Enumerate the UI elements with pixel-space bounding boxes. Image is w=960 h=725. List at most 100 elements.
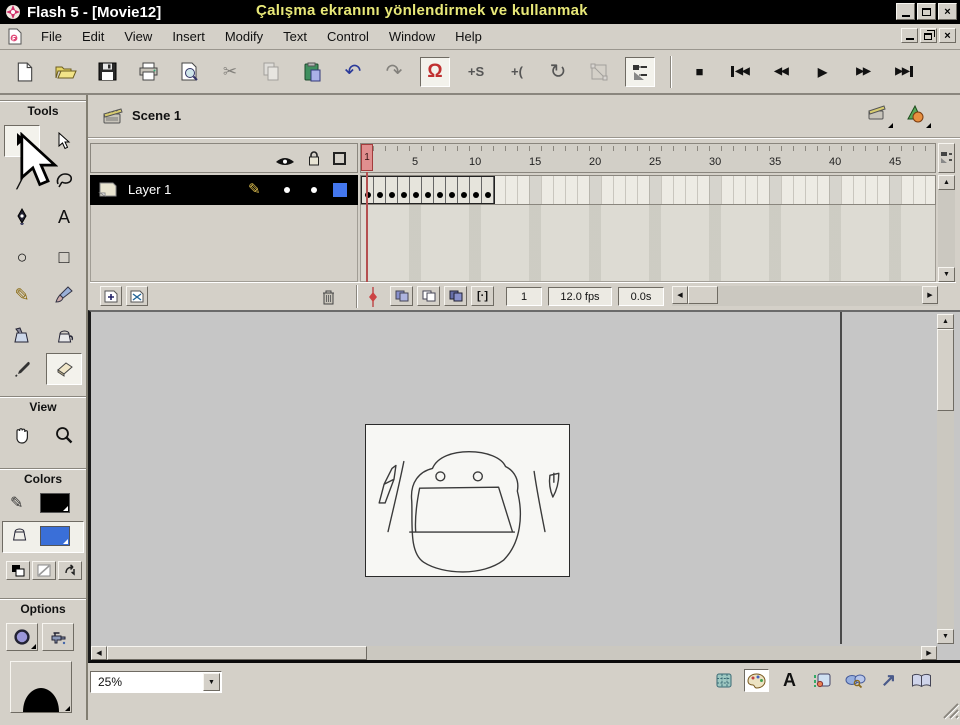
mixer-panel-icon[interactable] bbox=[744, 669, 769, 692]
onion-skin-outlines-button[interactable] bbox=[417, 286, 440, 306]
frame-ruler[interactable]: 5 10 15 20 25 30 35 40 45 bbox=[360, 143, 936, 173]
stage-hscroll-thumb[interactable] bbox=[107, 646, 367, 660]
edit-scene-button[interactable] bbox=[866, 103, 894, 129]
timeline-scroll-down-button[interactable]: ▼ bbox=[938, 267, 955, 282]
layer-visible-dot[interactable] bbox=[284, 187, 290, 193]
lock-layers-icon[interactable] bbox=[307, 150, 321, 172]
ink-bottle-tool[interactable] bbox=[4, 319, 40, 351]
character-panel-icon[interactable]: A bbox=[777, 669, 802, 692]
dropper-tool[interactable] bbox=[4, 353, 40, 385]
stage-vscroll-thumb[interactable] bbox=[937, 329, 954, 411]
keyframe-span[interactable] bbox=[361, 176, 495, 204]
explorer-panel-icon[interactable] bbox=[843, 669, 868, 692]
stage-scroll-down-button[interactable]: ▼ bbox=[937, 629, 954, 644]
timeline-horizontal-scrollbar[interactable]: ◀ ▶ bbox=[672, 286, 938, 306]
outline-layers-icon[interactable] bbox=[333, 152, 346, 165]
rotate-button[interactable]: ↻ bbox=[543, 57, 573, 87]
info-panel-icon[interactable] bbox=[711, 669, 736, 692]
snap-magnet-button[interactable]: Ω bbox=[420, 56, 450, 87]
zoom-level-combobox[interactable]: 25% ▼ bbox=[90, 671, 222, 693]
timeline-vertical-scrollbar[interactable]: ▲ ▼ bbox=[938, 175, 955, 282]
insert-layer-button[interactable] bbox=[100, 286, 122, 306]
playhead[interactable]: 1 bbox=[361, 144, 373, 171]
mdi-restore-button[interactable] bbox=[920, 28, 937, 43]
straighten-button[interactable]: +( bbox=[502, 57, 532, 87]
text-tool[interactable]: A bbox=[46, 201, 82, 233]
stage-scroll-right-button[interactable]: ▶ bbox=[921, 646, 937, 660]
modify-onion-markers-button[interactable]: [·] bbox=[471, 286, 494, 306]
copy-button[interactable] bbox=[256, 57, 286, 87]
keyframe-dot[interactable] bbox=[377, 192, 383, 198]
layer-frames-row[interactable] bbox=[360, 175, 936, 205]
stage-scroll-up-button[interactable]: ▲ bbox=[937, 314, 954, 329]
menu-modify[interactable]: Modify bbox=[215, 26, 273, 47]
stage-area[interactable]: ▲ ▼ ◀ ▶ bbox=[88, 310, 960, 663]
keyframe-dot[interactable] bbox=[437, 192, 443, 198]
keyframe-dot[interactable] bbox=[401, 192, 407, 198]
onion-skin-button[interactable] bbox=[390, 286, 413, 306]
new-file-button[interactable] bbox=[10, 57, 40, 87]
zoom-tool[interactable] bbox=[46, 419, 82, 451]
no-color-button[interactable] bbox=[32, 561, 56, 580]
undo-button[interactable]: ↶ bbox=[338, 57, 368, 87]
play-button[interactable]: ▶ bbox=[807, 57, 837, 87]
keyframe-dot[interactable] bbox=[389, 192, 395, 198]
paint-bucket-tool[interactable] bbox=[46, 319, 82, 351]
actions-panel-icon[interactable]: ↗ bbox=[876, 669, 901, 692]
eraser-tool[interactable] bbox=[46, 353, 82, 385]
timeline-scroll-right-button[interactable]: ▶ bbox=[922, 286, 938, 304]
cut-button[interactable]: ✂ bbox=[215, 57, 245, 87]
close-button[interactable]: × bbox=[938, 3, 957, 20]
stop-button[interactable]: ■ bbox=[684, 57, 714, 87]
scale-button[interactable] bbox=[584, 57, 614, 87]
rewind-button[interactable]: ◀◀ bbox=[725, 57, 755, 87]
zoom-dropdown-button[interactable]: ▼ bbox=[203, 673, 220, 691]
save-button[interactable] bbox=[92, 57, 122, 87]
menu-insert[interactable]: Insert bbox=[162, 26, 215, 47]
maximize-button[interactable] bbox=[917, 3, 936, 20]
timeline-scroll-up-button[interactable]: ▲ bbox=[938, 175, 955, 190]
oval-tool[interactable]: ○ bbox=[4, 241, 40, 273]
menu-window[interactable]: Window bbox=[379, 26, 445, 47]
brush-tool[interactable] bbox=[46, 279, 82, 311]
go-to-end-button[interactable]: ▶▶ bbox=[889, 57, 919, 87]
smooth-button[interactable]: +S bbox=[461, 57, 491, 87]
step-back-button[interactable]: ◀◀ bbox=[766, 57, 796, 87]
lasso-tool[interactable] bbox=[46, 163, 82, 195]
redo-button[interactable]: ↷ bbox=[379, 57, 409, 87]
stroke-color-swatch[interactable] bbox=[40, 493, 70, 513]
edit-multiple-frames-button[interactable] bbox=[444, 286, 467, 306]
timeline-hscroll-thumb[interactable] bbox=[688, 286, 718, 304]
menu-edit[interactable]: Edit bbox=[72, 26, 114, 47]
resize-grip[interactable] bbox=[938, 698, 960, 720]
keyframe-dot[interactable] bbox=[485, 192, 491, 198]
show-hide-layers-icon[interactable] bbox=[275, 154, 295, 172]
mdi-close-button[interactable]: × bbox=[939, 28, 956, 43]
timeline-scroll-left-button[interactable]: ◀ bbox=[672, 286, 688, 304]
swap-colors-button[interactable] bbox=[58, 561, 82, 580]
menu-text[interactable]: Text bbox=[273, 26, 317, 47]
faucet-option[interactable] bbox=[42, 623, 74, 651]
rectangle-tool[interactable]: □ bbox=[46, 241, 82, 273]
layer-row[interactable]: Layer 1 ✎ bbox=[90, 175, 358, 205]
stage-canvas[interactable] bbox=[365, 424, 570, 577]
minimize-button[interactable] bbox=[896, 3, 915, 20]
menu-file[interactable]: File bbox=[31, 26, 72, 47]
keyframe-dot[interactable] bbox=[413, 192, 419, 198]
open-file-button[interactable] bbox=[51, 57, 81, 87]
keyframe-dot[interactable] bbox=[473, 192, 479, 198]
subselect-tool[interactable] bbox=[46, 125, 82, 157]
library-panel-icon[interactable] bbox=[909, 669, 934, 692]
instance-panel-icon[interactable] bbox=[810, 669, 835, 692]
eraser-shape-option[interactable] bbox=[10, 661, 72, 713]
keyframe-dot[interactable] bbox=[425, 192, 431, 198]
add-guide-layer-button[interactable] bbox=[126, 286, 148, 306]
layer-outline-swatch[interactable] bbox=[333, 183, 347, 197]
arrow-tool[interactable] bbox=[4, 125, 40, 157]
print-preview-button[interactable] bbox=[174, 57, 204, 87]
stage-horizontal-scrollbar[interactable]: ◀ ▶ bbox=[91, 646, 937, 660]
step-forward-button[interactable]: ▶▶ bbox=[848, 57, 878, 87]
menu-help[interactable]: Help bbox=[445, 26, 492, 47]
eraser-mode-option[interactable] bbox=[6, 623, 38, 651]
pen-tool[interactable] bbox=[4, 201, 40, 233]
